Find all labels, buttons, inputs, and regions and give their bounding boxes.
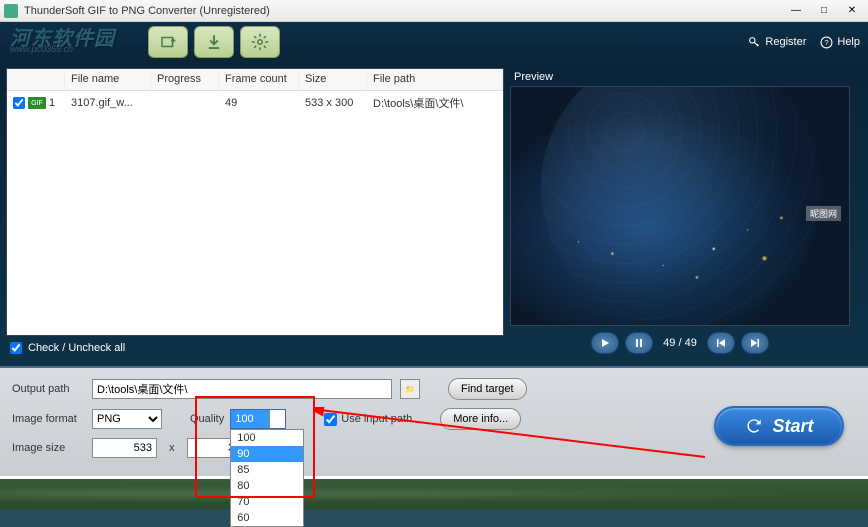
preview-label: Preview [510, 68, 850, 86]
quality-option-100[interactable]: 100 [231, 430, 303, 446]
gear-icon [251, 33, 269, 51]
frame-counter: 49 / 49 [663, 337, 697, 349]
image-size-label: Image size [12, 442, 84, 454]
register-label: Register [765, 36, 806, 48]
download-button[interactable] [194, 26, 234, 58]
file-table: File name Progress Frame count Size File… [6, 68, 504, 336]
use-input-path-checkbox[interactable]: Use input path [324, 413, 412, 426]
browse-button[interactable]: 📁 [400, 379, 420, 399]
play-button[interactable] [591, 332, 619, 354]
help-link[interactable]: ? Help [820, 36, 860, 49]
add-file-button[interactable] [148, 26, 188, 58]
start-button[interactable]: Start [714, 406, 844, 446]
chevron-down-icon: ⌄ [269, 410, 285, 428]
next-icon [750, 338, 760, 348]
close-button[interactable]: ✕ [840, 3, 864, 19]
row-filepath: D:\tools\桌面\文件\ [367, 95, 503, 111]
quality-label: Quality [190, 413, 224, 425]
row-size: 533 x 300 [299, 97, 367, 109]
footer-background [0, 479, 868, 509]
quality-option-70[interactable]: 70 [231, 494, 303, 510]
row-framecount: 49 [219, 97, 299, 109]
watermark-url: www.pc0359.cn [10, 44, 73, 54]
toolbar: 河东软件园 www.pc0359.cn Register ? Help [0, 22, 868, 62]
output-path-input[interactable] [92, 379, 392, 399]
quality-option-90[interactable]: 90 [231, 446, 303, 462]
row-filename: 3107.gif_w... [65, 97, 151, 109]
output-path-label: Output path [12, 383, 84, 395]
image-format-label: Image format [12, 413, 84, 425]
minimize-button[interactable]: — [784, 3, 808, 19]
check-all-checkbox[interactable] [10, 342, 22, 354]
quality-option-60[interactable]: 60 [231, 510, 303, 526]
help-label: Help [837, 36, 860, 48]
image-width-input[interactable] [92, 438, 157, 458]
use-input-path-label: Use input path [341, 413, 412, 425]
quality-option-80[interactable]: 80 [231, 478, 303, 494]
row-index: 1 [49, 97, 55, 109]
plus-icon [159, 33, 177, 51]
table-row[interactable]: GIF 1 3107.gif_w... 49 533 x 300 D:\tool… [7, 91, 503, 115]
key-icon [748, 36, 761, 49]
app-icon [4, 4, 18, 18]
refresh-icon [744, 416, 764, 436]
th-progress[interactable]: Progress [151, 69, 219, 90]
pause-button[interactable] [625, 332, 653, 354]
window-title: ThunderSoft GIF to PNG Converter (Unregi… [24, 5, 784, 17]
quality-select[interactable]: 100 ⌄ [230, 409, 286, 429]
preview-area: 昵图网 [510, 86, 850, 326]
check-all-row: Check / Uncheck all [6, 336, 504, 360]
titlebar: ThunderSoft GIF to PNG Converter (Unregi… [0, 0, 868, 22]
th-filepath[interactable]: File path [367, 69, 503, 90]
find-target-button[interactable]: Find target [448, 378, 527, 400]
size-separator: x [169, 442, 175, 454]
th-checkbox [7, 69, 65, 90]
prev-frame-button[interactable] [707, 332, 735, 354]
prev-icon [716, 338, 726, 348]
row-checkbox[interactable] [13, 97, 25, 109]
svg-text:?: ? [825, 38, 829, 47]
quality-option-85[interactable]: 85 [231, 462, 303, 478]
start-label: Start [772, 416, 813, 437]
th-size[interactable]: Size [299, 69, 367, 90]
help-icon: ? [820, 36, 833, 49]
quality-value: 100 [231, 413, 269, 425]
quality-dropdown: 100 90 85 80 70 60 [230, 429, 304, 527]
settings-button[interactable] [240, 26, 280, 58]
more-info-button[interactable]: More info... [440, 408, 521, 430]
player-controls: 49 / 49 [510, 326, 850, 360]
maximize-button[interactable]: □ [812, 3, 836, 19]
preview-watermark: 昵图网 [806, 206, 841, 221]
th-filename[interactable]: File name [65, 69, 151, 90]
th-framecount[interactable]: Frame count [219, 69, 299, 90]
register-link[interactable]: Register [748, 36, 806, 49]
download-icon [205, 33, 223, 51]
image-format-select[interactable]: PNG [92, 409, 162, 429]
pause-icon [634, 338, 644, 348]
next-frame-button[interactable] [741, 332, 769, 354]
gif-icon: GIF [28, 97, 46, 109]
play-icon [600, 338, 610, 348]
check-all-label: Check / Uncheck all [28, 342, 125, 354]
settings-panel: Output path 📁 Find target Image format P… [0, 366, 868, 476]
table-header: File name Progress Frame count Size File… [7, 69, 503, 91]
